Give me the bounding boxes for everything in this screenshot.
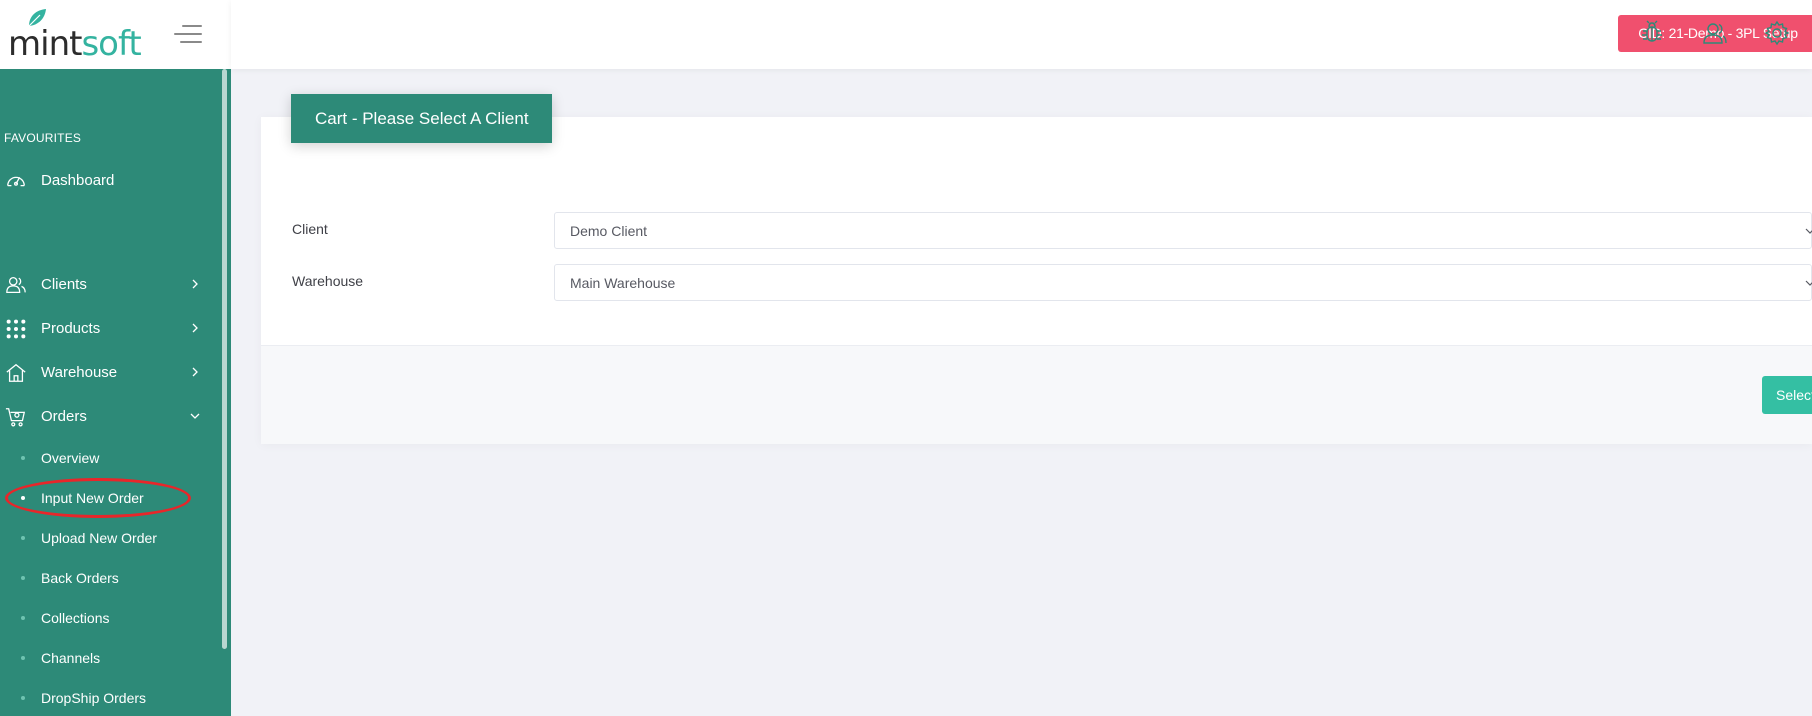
sidebar-subitem-dropship-orders[interactable]: DropShip Orders — [0, 684, 215, 712]
menu-toggle-button[interactable] — [174, 25, 202, 45]
hamburger-line — [182, 25, 202, 27]
bullet-dot — [21, 616, 25, 620]
hamburger-line — [180, 41, 202, 43]
sidebar: mintsoft FAVOURITES Dashboard Clients Pr… — [0, 0, 231, 716]
sidebar-item-warehouse[interactable]: Warehouse — [0, 356, 215, 388]
sidebar-subitem-collections[interactable]: Collections — [0, 604, 215, 632]
select-button[interactable]: Select — [1762, 376, 1812, 414]
grid-dots-icon — [6, 319, 26, 339]
sidebar-subitem-label: Overview — [41, 450, 100, 466]
sidebar-subitem-overview[interactable]: Overview — [0, 444, 215, 472]
warehouse-select-value: Main Warehouse — [570, 275, 676, 291]
gear-icon[interactable] — [1764, 20, 1790, 46]
users-icon — [6, 277, 26, 293]
favourites-section-title: FAVOURITES — [4, 131, 82, 145]
bullet-dot — [21, 696, 25, 700]
sidebar-subitem-label: Upload New Order — [41, 530, 157, 546]
chevron-down-icon — [1805, 280, 1812, 286]
sidebar-item-label: Clients — [41, 276, 87, 293]
sidebar-item-orders[interactable]: Orders — [0, 400, 215, 432]
logo-text-mint: mint — [8, 24, 82, 64]
chevron-right-icon — [192, 279, 198, 289]
sidebar-item-label: Orders — [41, 408, 87, 425]
chevron-right-icon — [192, 323, 198, 333]
logo-area: mintsoft — [0, 0, 231, 69]
sidebar-subitem-channels[interactable]: Channels — [0, 644, 215, 672]
top-bar: CID: 21-Demo - 3PL Setup — [231, 0, 1812, 69]
sidebar-item-products[interactable]: Products — [0, 312, 215, 344]
home-icon — [6, 363, 26, 382]
warehouse-label: Warehouse — [292, 273, 364, 289]
sidebar-subitem-label: Channels — [41, 650, 101, 666]
client-label: Client — [292, 221, 328, 237]
sidebar-item-label: Warehouse — [41, 364, 118, 381]
bullet-dot — [21, 456, 25, 460]
highlight-annotation — [5, 478, 191, 518]
user-icon[interactable] — [1702, 20, 1728, 46]
sidebar-subitem-label: Collections — [41, 610, 110, 626]
sidebar-item-clients[interactable]: Clients — [0, 268, 215, 300]
mintsoft-logo[interactable]: mintsoft — [8, 9, 142, 64]
logo-text: mintsoft — [8, 24, 142, 64]
card-footer — [261, 345, 1812, 444]
sidebar-subitem-label: DropShip Orders — [41, 690, 147, 706]
logo-text-soft: soft — [81, 24, 141, 64]
dashboard-gauge-icon — [7, 176, 25, 187]
bullet-dot — [21, 576, 25, 580]
sidebar-subitem-upload-new-order[interactable]: Upload New Order — [0, 524, 215, 552]
bug-icon[interactable] — [1639, 20, 1665, 46]
chevron-down-icon — [1805, 228, 1812, 234]
sidebar-subitem-back-orders[interactable]: Back Orders — [0, 564, 215, 592]
sidebar-subitem-label: Back Orders — [41, 570, 119, 586]
shopping-cart-icon — [5, 408, 26, 427]
card-title: Cart - Please Select A Client — [291, 94, 552, 143]
hamburger-line — [174, 33, 202, 35]
sidebar-item-dashboard[interactable]: Dashboard — [0, 164, 215, 196]
bullet-dot — [21, 536, 25, 540]
sidebar-scrollbar[interactable] — [222, 69, 227, 649]
bullet-dot — [21, 656, 25, 660]
warehouse-select[interactable]: Main Warehouse — [554, 264, 1812, 301]
sidebar-item-label: Products — [41, 320, 101, 337]
client-select-value: Demo Client — [570, 223, 648, 239]
chevron-right-icon — [192, 367, 198, 377]
client-select[interactable]: Demo Client — [554, 212, 1812, 249]
chevron-down-icon — [190, 413, 200, 419]
sidebar-item-label: Dashboard — [41, 172, 115, 189]
